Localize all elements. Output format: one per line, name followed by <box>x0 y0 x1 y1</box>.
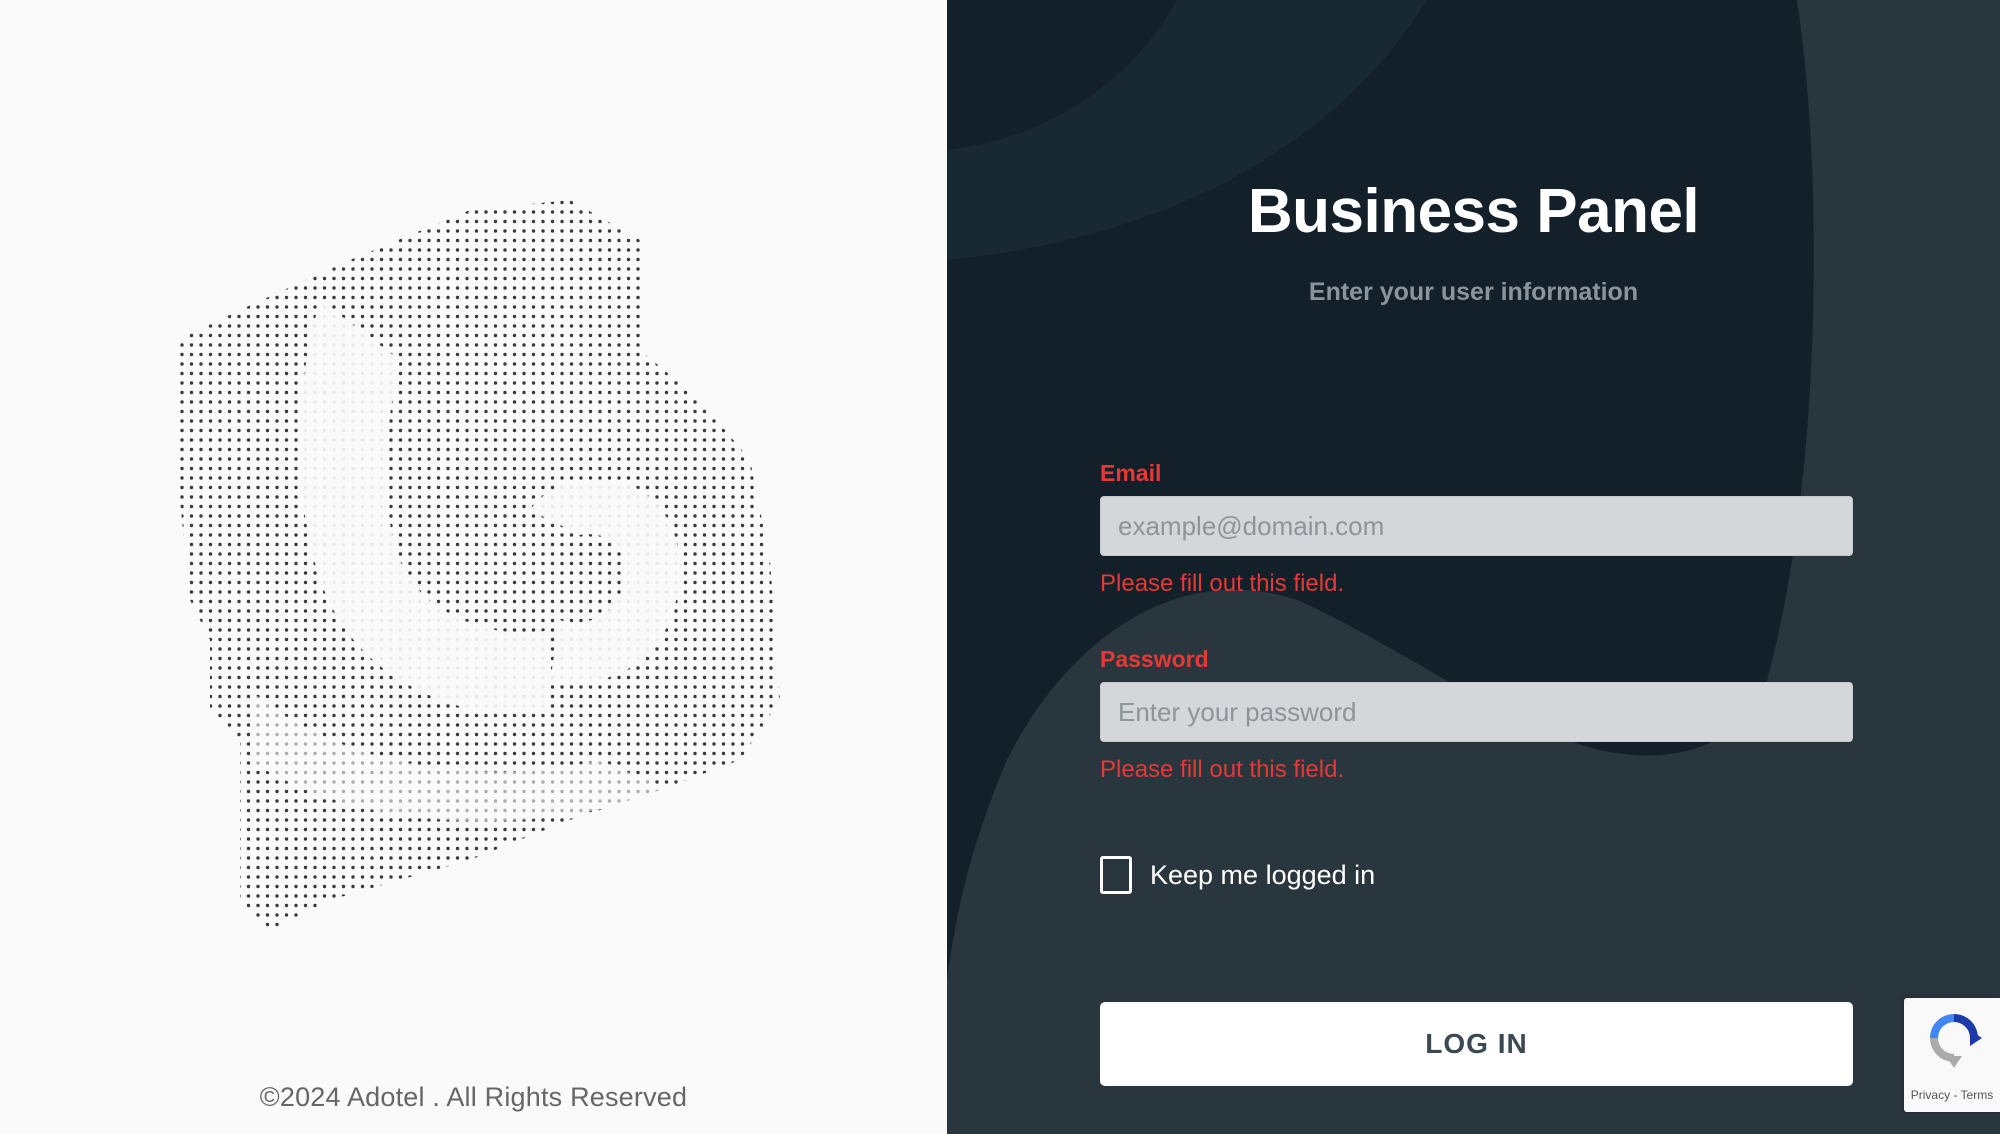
remember-me[interactable]: Keep me logged in <box>1100 856 1375 894</box>
password-label: Password <box>1100 646 1209 672</box>
page-subtitle: Enter your user information <box>1308 278 1639 306</box>
copyright-text: ©2024 Adotel . All Rights Reserved <box>259 1082 688 1112</box>
remember-me-label: Keep me logged in <box>1150 859 1376 890</box>
login-button[interactable]: LOG IN <box>1100 1002 1853 1086</box>
dotted-logo-icon <box>178 200 780 930</box>
recaptcha-badge[interactable]: Privacy - Terms <box>1904 998 2000 1112</box>
password-field[interactable] <box>1100 682 1853 742</box>
login-panel: Business Panel Enter your user informati… <box>947 0 2000 1134</box>
checkbox-icon[interactable] <box>1100 856 1132 894</box>
password-error: Please fill out this field. <box>1100 756 1345 783</box>
recaptcha-links[interactable]: Privacy - Terms <box>1904 1088 2000 1102</box>
background-shapes <box>947 0 2000 1134</box>
email-field[interactable] <box>1100 496 1853 556</box>
email-label: Email <box>1100 460 1162 486</box>
brand-panel: ©2024 Adotel . All Rights Reserved <box>0 0 947 1134</box>
email-error: Please fill out this field. <box>1100 570 1345 597</box>
recaptcha-icon <box>1930 1014 1982 1068</box>
page-title: Business Panel <box>1247 177 1700 246</box>
